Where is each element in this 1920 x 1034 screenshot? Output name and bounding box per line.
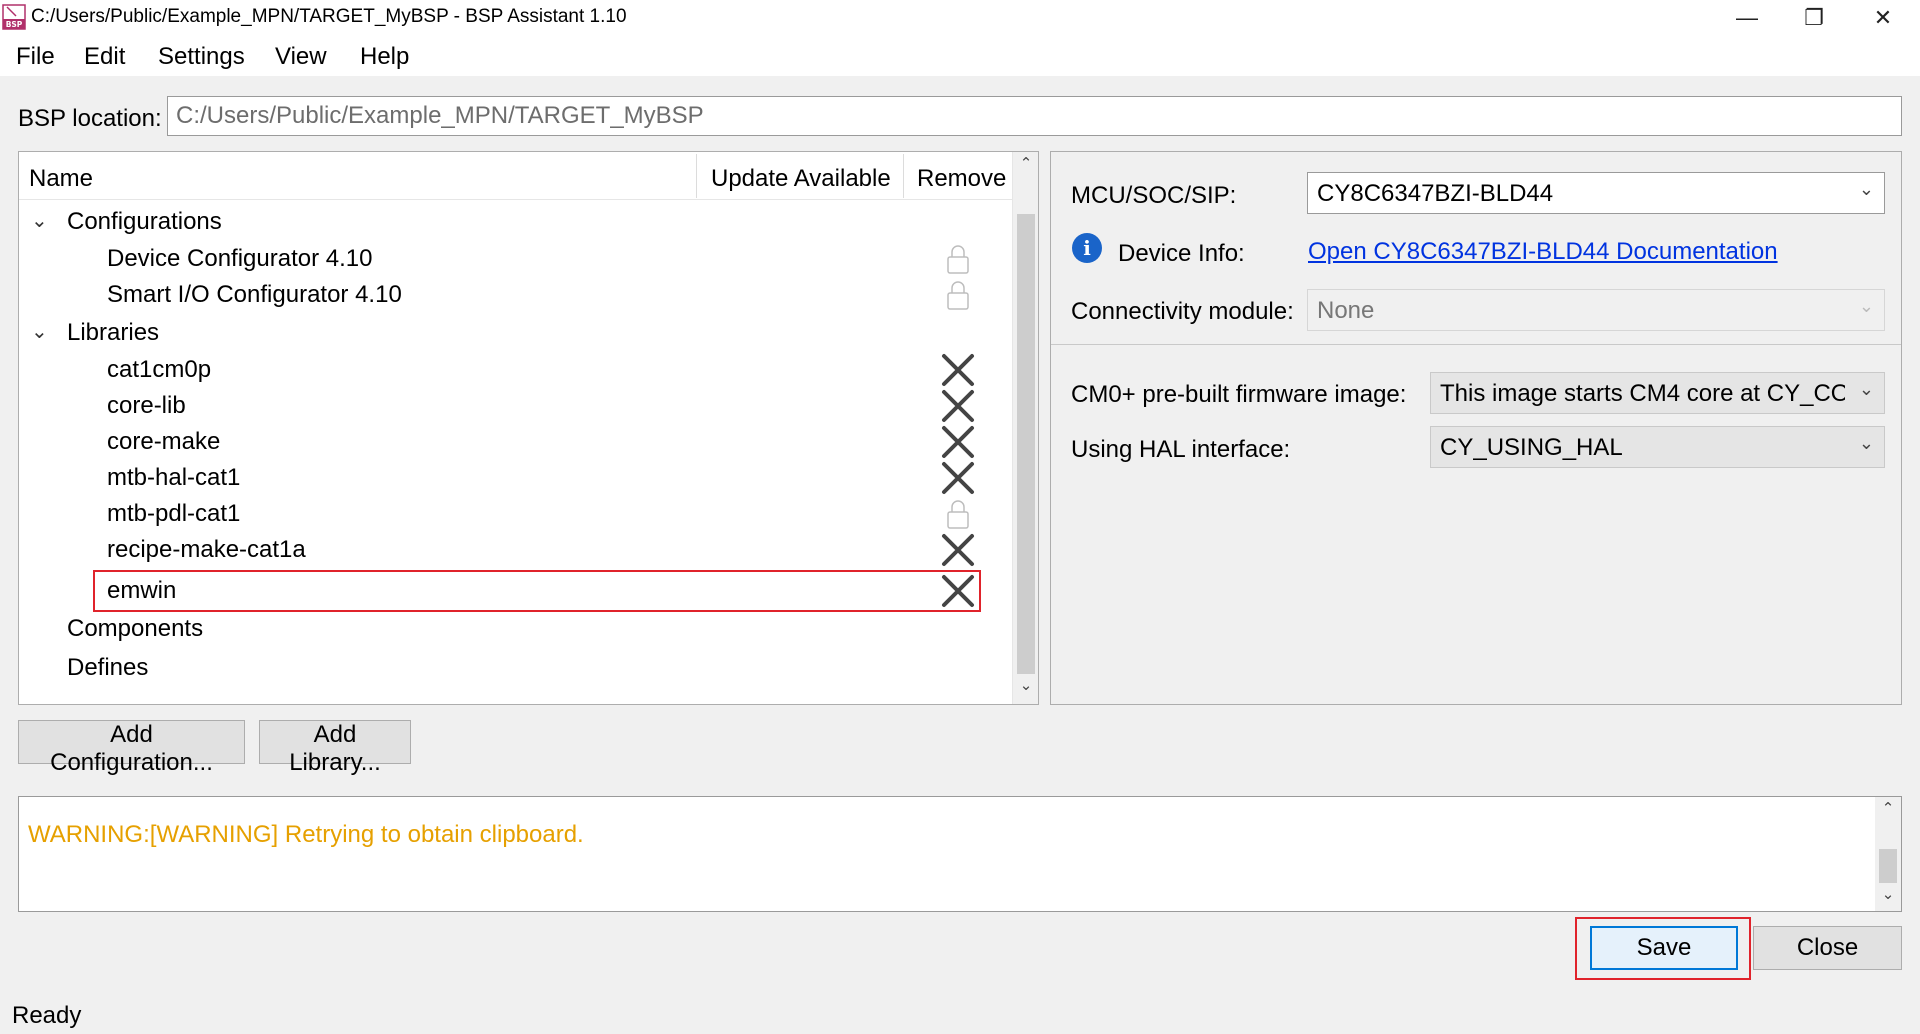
tree-group-label: Configurations <box>67 208 222 235</box>
tree-item-label: recipe-make-cat1a <box>107 536 306 563</box>
tree-item-label: Smart I/O Configurator 4.10 <box>107 281 402 308</box>
device-documentation-link[interactable]: Open CY8C6347BZI-BLD44 Documentation <box>1308 238 1778 266</box>
mcu-select-value: CY8C6347BZI-BLD44 <box>1317 180 1554 207</box>
connectivity-select[interactable]: None ⌄ <box>1307 289 1885 331</box>
connectivity-select-value: None <box>1317 297 1375 324</box>
svg-text:BSP: BSP <box>6 20 23 29</box>
tree-header: Name Update Available Remove <box>19 152 1014 200</box>
tree-item-emwin[interactable]: emwin <box>19 573 1014 609</box>
column-separator <box>696 154 697 198</box>
hal-interface-select[interactable]: CY_USING_HAL ⌄ <box>1430 426 1885 468</box>
mcu-select[interactable]: CY8C6347BZI-BLD44 ⌄ <box>1307 172 1885 214</box>
scroll-up-icon[interactable]: ⌃ <box>1875 799 1901 823</box>
menu-file[interactable]: File <box>16 43 55 71</box>
menu-view[interactable]: View <box>275 43 327 71</box>
minimize-button[interactable]: — <box>1712 0 1782 36</box>
hal-interface-select-value: CY_USING_HAL <box>1440 434 1623 461</box>
tree-group-label: Defines <box>67 654 149 681</box>
scrollbar-thumb[interactable] <box>1017 214 1035 674</box>
menu-settings[interactable]: Settings <box>158 43 245 71</box>
chevron-down-icon: ⌄ <box>1858 179 1874 199</box>
column-header-remove[interactable]: Remove <box>917 165 1006 193</box>
log-scrollbar[interactable]: ⌃ ⌄ <box>1875 797 1901 911</box>
status-bar-text: Ready <box>12 1002 82 1029</box>
restore-button[interactable]: ❐ <box>1779 0 1849 36</box>
cm0-image-select-value: This image starts CM4 core at CY_CORTEX_… <box>1440 380 1845 407</box>
tree-item-cat1cm0p[interactable]: cat1cm0p <box>19 352 1014 388</box>
chevron-down-icon[interactable]: ⌄ <box>31 319 48 344</box>
bsp-location-input[interactable] <box>167 96 1902 136</box>
scroll-down-icon[interactable]: ⌄ <box>1013 676 1038 702</box>
tree-item-smart-io-configurator[interactable]: Smart I/O Configurator 4.10 <box>19 277 1014 313</box>
tree-item-label: cat1cm0p <box>107 356 212 383</box>
tree-item-core-lib[interactable]: core-lib <box>19 388 1014 424</box>
add-library-button[interactable]: Add Library... <box>259 720 411 776</box>
hal-interface-label: Using HAL interface: <box>1071 436 1291 463</box>
connectivity-label: Connectivity module: <box>1071 298 1294 325</box>
tree-item-label: core-make <box>107 428 221 455</box>
remove-x-icon[interactable] <box>939 574 977 608</box>
title-bar: BSP C:/Users/Public/Example_MPN/TARGET_M… <box>0 0 1920 36</box>
lock-icon <box>947 500 969 529</box>
tree-group-label: Components <box>67 615 204 642</box>
remove-x-icon[interactable] <box>939 425 977 459</box>
lock-icon <box>947 281 969 310</box>
minimize-icon: — <box>1736 5 1758 30</box>
scrollbar-thumb[interactable] <box>1879 849 1897 883</box>
tree-item-recipe-make-cat1a[interactable]: recipe-make-cat1a <box>19 532 1014 568</box>
scroll-up-icon[interactable]: ⌃ <box>1013 154 1038 180</box>
remove-x-icon[interactable] <box>939 533 977 567</box>
tree-item-label: emwin <box>107 577 177 604</box>
tree-item-label: core-lib <box>107 392 186 419</box>
menu-edit[interactable]: Edit <box>84 43 125 71</box>
tree-group-components[interactable]: Components <box>19 611 1014 647</box>
scroll-down-icon[interactable]: ⌄ <box>1875 885 1901 909</box>
tree-item-label: mtb-hal-cat1 <box>107 464 241 491</box>
remove-x-icon[interactable] <box>939 461 977 495</box>
tree-item-mtb-pdl-cat1[interactable]: mtb-pdl-cat1 <box>19 496 1014 532</box>
bsp-tree-panel: Name Update Available Remove ⌄ Configura… <box>18 151 1039 705</box>
tree-group-libraries[interactable]: ⌄ Libraries <box>19 315 1014 351</box>
remove-x-icon[interactable] <box>939 353 977 387</box>
device-info-label: Device Info: <box>1118 240 1245 267</box>
close-icon: ✕ <box>1873 5 1893 30</box>
cm0-image-select[interactable]: This image starts CM4 core at CY_CORTEX_… <box>1430 372 1885 414</box>
tree-item-device-configurator[interactable]: Device Configurator 4.10 <box>19 241 1014 277</box>
save-button[interactable]: Save <box>1590 926 1738 970</box>
bsp-app-icon: BSP <box>2 4 26 30</box>
tree-group-defines[interactable]: Defines <box>19 650 1014 686</box>
close-button[interactable]: Close <box>1753 926 1902 970</box>
tree-item-mtb-hal-cat1[interactable]: mtb-hal-cat1 <box>19 460 1014 496</box>
tree-group-configurations[interactable]: ⌄ Configurations <box>19 204 1014 240</box>
window-title: C:/Users/Public/Example_MPN/TARGET_MyBSP… <box>31 6 627 27</box>
chevron-down-icon: ⌄ <box>1858 296 1874 316</box>
tree-scrollbar[interactable]: ⌃ ⌄ <box>1012 152 1038 704</box>
cm0-image-label: CM0+ pre-built firmware image: <box>1071 381 1407 408</box>
menu-bar: File Edit Settings View Help <box>0 36 1920 76</box>
log-panel: WARNING:[WARNING] Retrying to obtain cli… <box>18 796 1902 912</box>
column-header-update[interactable]: Update Available <box>711 165 891 193</box>
chevron-down-icon: ⌄ <box>1858 379 1874 399</box>
lock-icon <box>947 245 969 274</box>
column-separator <box>903 154 904 198</box>
chevron-down-icon: ⌄ <box>1858 433 1874 453</box>
tree-group-label: Libraries <box>67 319 160 346</box>
column-header-name[interactable]: Name <box>29 165 93 193</box>
tree-item-label: Device Configurator 4.10 <box>107 245 373 272</box>
add-configuration-button[interactable]: Add Configuration... <box>18 720 245 776</box>
info-icon: i <box>1072 233 1102 263</box>
log-warning-message: WARNING:[WARNING] Retrying to obtain cli… <box>28 821 584 848</box>
tree-item-label: mtb-pdl-cat1 <box>107 500 241 527</box>
bsp-properties-panel: MCU/SOC/SIP: CY8C6347BZI-BLD44 ⌄ i Devic… <box>1050 151 1902 705</box>
restore-icon: ❐ <box>1804 5 1824 30</box>
tree-item-core-make[interactable]: core-make <box>19 424 1014 460</box>
bsp-location-label: BSP location: <box>18 105 162 132</box>
close-window-button[interactable]: ✕ <box>1848 0 1918 36</box>
menu-help[interactable]: Help <box>360 43 409 71</box>
divider <box>1051 344 1901 345</box>
mcu-label: MCU/SOC/SIP: <box>1071 182 1237 209</box>
remove-x-icon[interactable] <box>939 389 977 423</box>
chevron-down-icon[interactable]: ⌄ <box>31 208 48 233</box>
